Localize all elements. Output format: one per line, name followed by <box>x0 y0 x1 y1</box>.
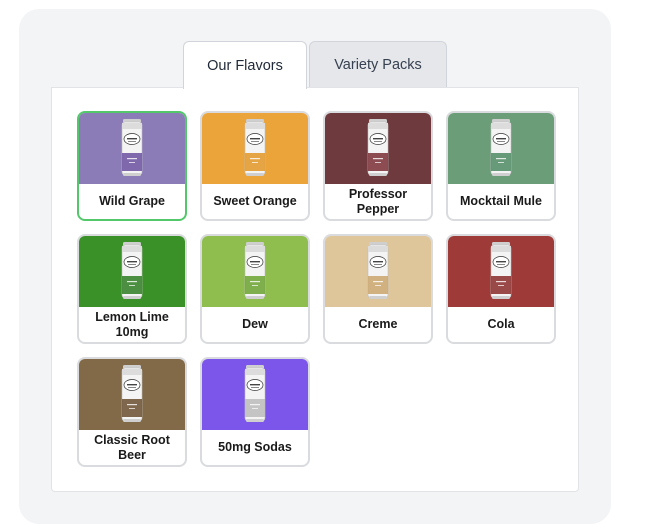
flavor-label: Dew <box>242 317 268 331</box>
flavor-card[interactable]: Classic Root Beer <box>77 357 187 467</box>
flavor-label: Creme <box>358 317 398 331</box>
flavor-label: Classic Root Beer <box>94 432 170 462</box>
soda-can-icon <box>121 365 143 422</box>
flavor-card[interactable]: Professor Pepper <box>323 111 433 221</box>
flavor-label: Cola <box>487 317 515 331</box>
flavor-label: Wild Grape <box>99 194 165 208</box>
flavor-card[interactable]: Sweet Orange <box>200 111 310 221</box>
soda-can-icon <box>367 119 389 176</box>
soda-can-icon <box>367 242 389 299</box>
tab-our-flavors[interactable]: Our Flavors <box>183 41 307 89</box>
tab-variety-packs[interactable]: Variety Packs <box>309 41 447 87</box>
flavor-image <box>448 236 554 307</box>
flavor-card[interactable]: 50mg Sodas <box>200 357 310 467</box>
flavor-image <box>79 359 185 430</box>
flavor-card[interactable]: Cola <box>446 234 556 344</box>
soda-can-icon <box>121 242 143 299</box>
flavor-grid: Wild Grape Sweet Orange Professor Pepper Mo… <box>77 111 556 467</box>
flavor-label: Mocktail Mule <box>460 194 542 208</box>
flavor-label: Professor Pepper <box>348 186 408 216</box>
flavor-image <box>448 113 554 184</box>
flavor-image <box>202 236 308 307</box>
flavor-image <box>325 236 431 307</box>
flavor-card[interactable]: Lemon Lime 10mg <box>77 234 187 344</box>
flavor-image <box>79 236 185 307</box>
soda-can-icon <box>244 365 266 422</box>
flavor-card[interactable]: Wild Grape <box>77 111 187 221</box>
soda-can-icon <box>490 119 512 176</box>
flavor-card[interactable]: Creme <box>323 234 433 344</box>
flavor-label: 50mg Sodas <box>218 440 292 454</box>
flavor-label: Sweet Orange <box>213 194 297 208</box>
flavor-card[interactable]: Dew <box>200 234 310 344</box>
flavor-image <box>202 359 308 430</box>
flavor-image <box>325 113 431 184</box>
flavor-image <box>202 113 308 184</box>
soda-can-icon <box>244 242 266 299</box>
flavors-panel: Wild Grape Sweet Orange Professor Pepper Mo… <box>51 87 579 492</box>
flavor-label: Lemon Lime 10mg <box>95 309 169 339</box>
soda-can-icon <box>121 119 143 176</box>
soda-can-icon <box>244 119 266 176</box>
flavor-tabs: Our Flavors Variety Packs <box>183 41 447 89</box>
flavor-card[interactable]: Mocktail Mule <box>446 111 556 221</box>
flavor-image <box>79 113 185 184</box>
soda-can-icon <box>490 242 512 299</box>
